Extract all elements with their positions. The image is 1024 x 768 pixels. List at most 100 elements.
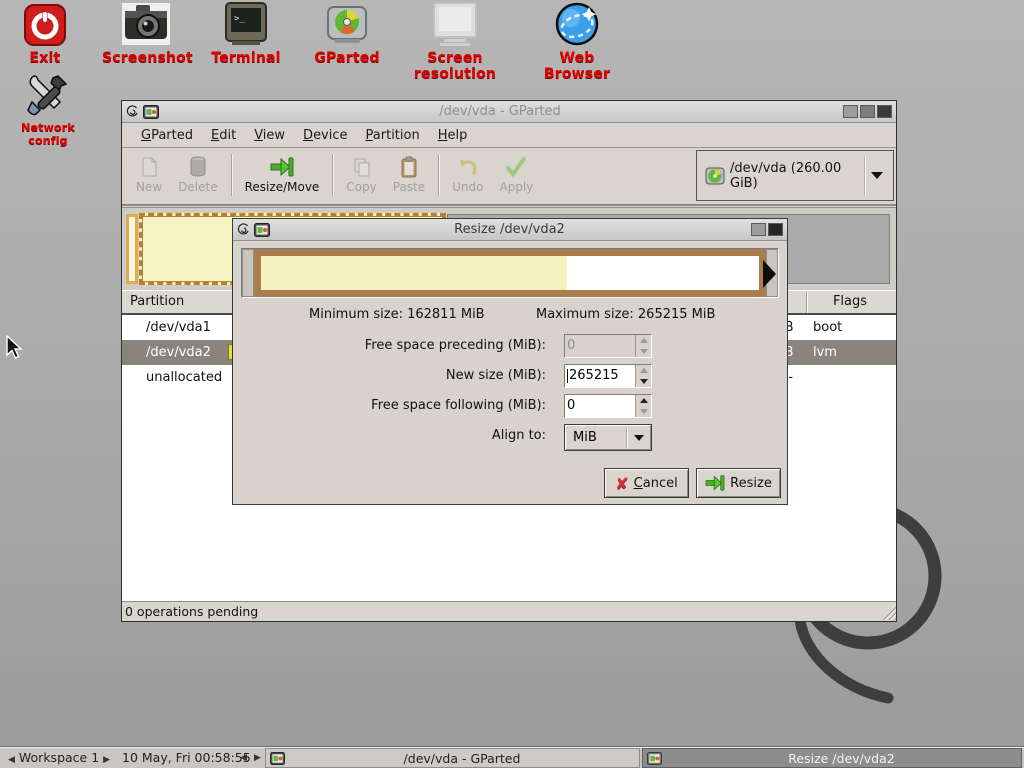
task-button-resize-dialog[interactable]: Resize /dev/vda2 <box>642 748 1022 768</box>
device-selector[interactable]: /dev/vda (260.00 GiB) <box>696 150 894 201</box>
maximize-button[interactable] <box>751 223 766 236</box>
device-label: /dev/vda (260.00 GiB) <box>730 161 858 191</box>
free-space-following-row: Free space following (MiB): 0 <box>233 394 787 418</box>
desktop-icon-screenshot[interactable]: Screenshot <box>102 1 190 66</box>
new-size-input[interactable]: 265215 <box>564 364 652 388</box>
taskbar: ◀ Workspace 1 ▶ 10 May, Fri 00:58:55 ◀ ▶… <box>0 746 1024 768</box>
power-icon <box>23 3 67 47</box>
minimum-size-label: Minimum size: 162811 MiB <box>309 307 485 322</box>
delete-icon <box>189 154 207 180</box>
slider-right-arrow-icon[interactable] <box>763 260 776 288</box>
column-header-flags[interactable]: Flags <box>806 291 894 313</box>
dialog-title: Resize /dev/vda2 <box>270 222 749 237</box>
task-label: /dev/vda - GParted <box>285 751 639 766</box>
delete-button[interactable]: Delete <box>170 151 225 197</box>
window-resize-grip[interactable] <box>880 603 896 620</box>
resize-confirm-button[interactable]: Resize <box>696 468 781 498</box>
desktop-icon-exit[interactable]: Exit <box>10 3 80 66</box>
operations-pending-text: 0 operations pending <box>125 604 258 619</box>
task-label: Resize /dev/vda2 <box>662 751 1021 766</box>
new-size-row: New size (MiB): 265215 <box>233 364 787 388</box>
slider-partition-body[interactable] <box>254 249 766 297</box>
icon-label: Exit <box>10 50 80 66</box>
icon-label: GParted <box>303 50 391 66</box>
spinner[interactable] <box>635 395 651 417</box>
main-window-titlebar[interactable]: /dev/vda - GParted <box>122 101 896 123</box>
globe-icon <box>553 1 601 47</box>
resize-move-icon <box>270 154 294 180</box>
copy-button[interactable]: Copy <box>338 151 384 197</box>
device-disk-icon <box>705 166 725 186</box>
window-menu-swirl-icon[interactable] <box>126 105 139 118</box>
toolbar: New Delete Resize/Move <box>122 148 896 206</box>
free-space-preceding-input: 0 <box>564 334 652 358</box>
combo-separator <box>864 156 865 196</box>
workspace-prev-icon[interactable]: ◀ <box>8 755 15 765</box>
apply-icon <box>505 154 527 180</box>
partition-block-vda1[interactable] <box>126 214 138 284</box>
menu-edit[interactable]: Edit <box>202 125 245 146</box>
cancel-button[interactable]: ✘ Cancel <box>604 468 689 498</box>
text-caret <box>567 369 568 383</box>
tools-icon <box>24 70 72 118</box>
apply-button[interactable]: Apply <box>492 151 542 197</box>
new-button[interactable]: New <box>128 151 170 197</box>
resize-slider <box>241 248 779 298</box>
gparted-app-icon <box>254 223 270 237</box>
cancel-x-icon: ✘ <box>615 474 628 493</box>
toolbar-separator <box>438 154 439 196</box>
paste-button[interactable]: Paste <box>385 151 433 197</box>
undo-icon <box>458 154 478 180</box>
maximum-size-label: Maximum size: 265215 MiB <box>536 307 715 322</box>
free-space-following-input[interactable]: 0 <box>564 394 652 418</box>
icon-label: Network config <box>4 121 92 147</box>
status-bar: 0 operations pending <box>122 601 896 621</box>
close-button[interactable] <box>877 105 892 118</box>
tasklist-prev-icon[interactable]: ◀ <box>240 749 247 767</box>
clock: 10 May, Fri 00:58:55 <box>122 749 251 767</box>
desktop-icon-screen-resolution[interactable]: Screen resolution <box>388 1 522 82</box>
align-to-dropdown[interactable]: MiB <box>564 424 652 451</box>
toolbar-separator <box>231 154 232 196</box>
monitor-icon <box>430 1 480 47</box>
dialog-titlebar[interactable]: Resize /dev/vda2 <box>233 219 787 241</box>
menu-help[interactable]: Help <box>429 125 477 146</box>
slider-left-handle[interactable] <box>242 249 254 297</box>
desktop-icon-terminal[interactable]: >_ Terminal <box>202 1 290 66</box>
desktop-icon-network-config[interactable]: Network config <box>4 70 92 147</box>
icon-label: Screenshot <box>102 50 190 66</box>
menu-view[interactable]: View <box>245 125 294 146</box>
minimize-button[interactable] <box>843 105 858 118</box>
chevron-down-icon[interactable] <box>871 172 883 179</box>
combo-separator <box>626 428 627 448</box>
resize-move-button[interactable]: Resize/Move <box>237 151 328 197</box>
window-menu-swirl-icon[interactable] <box>237 223 250 236</box>
free-space-preceding-row: Free space preceding (MiB): 0 <box>233 334 787 358</box>
desktop-icon-web-browser[interactable]: Web Browser <box>528 1 626 82</box>
maximize-button[interactable] <box>860 105 875 118</box>
desktop-icon-gparted[interactable]: GParted <box>303 1 391 66</box>
window-title: /dev/vda - GParted <box>159 104 841 119</box>
camera-icon <box>122 1 170 47</box>
gparted-app-icon <box>270 752 285 765</box>
spinner[interactable] <box>635 365 651 387</box>
menu-bar: GParted Edit View Device Partition Help <box>122 123 896 148</box>
gparted-disk-icon <box>324 1 370 47</box>
task-button-gparted[interactable]: /dev/vda - GParted <box>265 748 640 768</box>
chevron-down-icon <box>634 435 644 441</box>
menu-gparted[interactable]: GParted <box>132 125 202 146</box>
workspace-switcher[interactable]: ◀ Workspace 1 ▶ <box>8 749 110 767</box>
tasklist-next-icon[interactable]: ▶ <box>254 749 261 767</box>
gparted-app-icon <box>143 105 159 119</box>
undo-button[interactable]: Undo <box>444 151 491 197</box>
icon-label: Screen resolution <box>388 50 522 82</box>
workspace-next-icon[interactable]: ▶ <box>103 755 110 765</box>
spinner <box>635 335 651 357</box>
column-header-partition[interactable]: Partition <box>130 291 184 313</box>
paste-icon <box>400 154 418 180</box>
close-button[interactable] <box>768 223 783 236</box>
menu-device[interactable]: Device <box>294 125 356 146</box>
menu-partition[interactable]: Partition <box>357 125 429 146</box>
toolbar-separator <box>332 154 333 196</box>
terminal-icon: >_ <box>224 1 268 47</box>
